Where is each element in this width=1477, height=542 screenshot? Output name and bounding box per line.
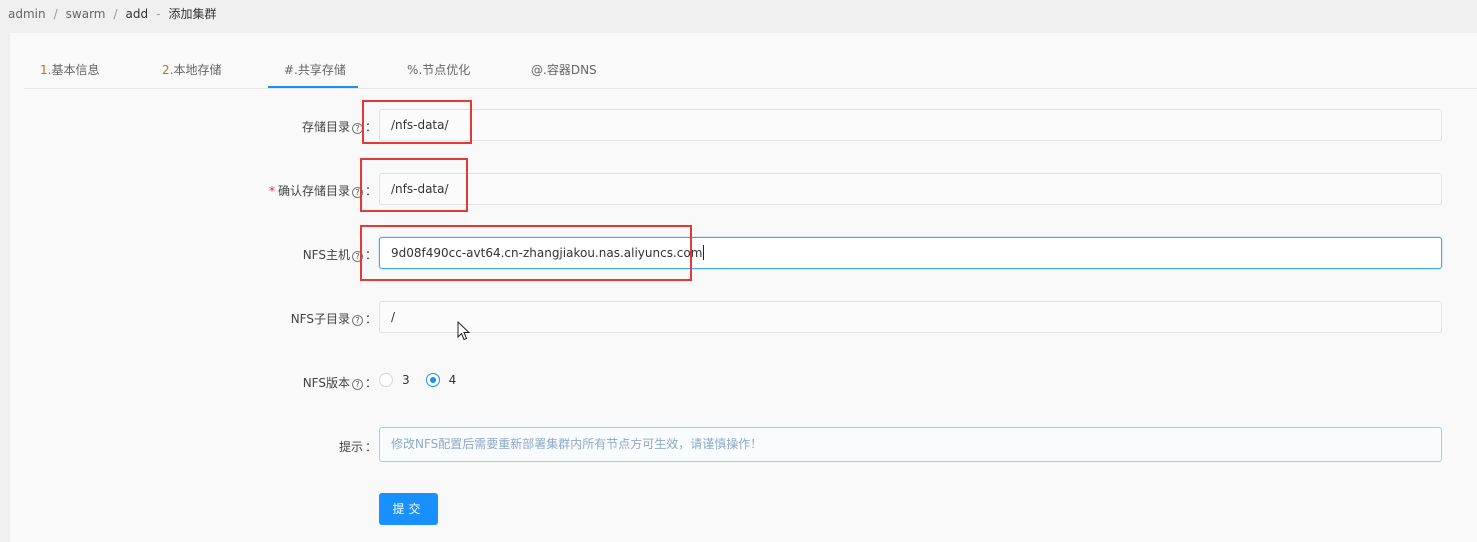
storage-dir-label-text: 存储目录 [301, 120, 350, 134]
breadcrumb-separator: / [53, 7, 58, 21]
breadcrumb-item-admin[interactable]: admin [8, 7, 46, 21]
tab-label: 本地存储 [173, 63, 222, 77]
nfs-host-label-text: NFS主机 [302, 248, 350, 262]
tab-label: 基本信息 [51, 63, 100, 77]
breadcrumb-title-separator: - [156, 7, 161, 21]
tip-label-text: 提示 [338, 440, 363, 454]
mouse-cursor-icon [457, 321, 471, 341]
highlight-box [360, 158, 468, 212]
tab-number: 1. [40, 63, 52, 77]
highlight-box [360, 225, 692, 281]
radio-label[interactable]: 4 [449, 373, 457, 387]
breadcrumb-item-add: add [125, 7, 149, 21]
label-colon: ： [364, 440, 377, 454]
tab-node-optimization[interactable]: %.节点优化 [407, 61, 470, 78]
tab-number: 2. [162, 63, 174, 77]
tip-label: 提示： [339, 438, 377, 455]
tab-label: 容器DNS [546, 63, 597, 77]
nfs-subdir-label-text: NFS子目录 [290, 312, 350, 326]
page-title: 添加集群 [168, 7, 217, 21]
label-colon: ： [364, 376, 377, 390]
breadcrumb-separator: / [113, 7, 118, 21]
confirm-storage-dir-label-text: 确认存储目录 [277, 184, 350, 198]
tab-label: 共享存储 [297, 63, 346, 77]
tab-container-dns[interactable]: @.容器DNS [531, 61, 597, 78]
help-icon[interactable]: ? [351, 379, 363, 390]
breadcrumb: admin / swarm / add - 添加集群 [8, 5, 217, 21]
active-tab-indicator [268, 86, 358, 88]
tip-box: 修改NFS配置后需要重新部署集群内所有节点方可生效，请谨慎操作！ [379, 427, 1442, 462]
required-mark: * [268, 184, 275, 198]
tab-label: 节点优化 [422, 63, 471, 77]
tab-number: @. [531, 63, 547, 77]
nfs-version-label: NFS版本?： [303, 374, 377, 391]
nfs-subdir-label: NFS子目录?： [291, 310, 377, 327]
tab-number: %. [407, 63, 423, 77]
confirm-storage-dir-input[interactable]: /nfs-data/ [379, 173, 1442, 205]
tab-number: #. [284, 63, 298, 77]
label-colon: ： [364, 312, 377, 326]
submit-button[interactable]: 提交 [379, 493, 438, 525]
nfs-version-radio-4[interactable] [425, 373, 440, 387]
tab-bar: 1.基本信息 2.本地存储 #.共享存储 %.节点优化 @.容器DNS [24, 33, 1477, 89]
tab-basic-info[interactable]: 1.基本信息 [40, 61, 99, 78]
storage-dir-input[interactable]: /nfs-data/ [379, 109, 1442, 141]
tab-local-storage[interactable]: 2.本地存储 [162, 61, 221, 78]
nfs-subdir-input[interactable]: / [379, 301, 1442, 333]
nfs-version-radio-group: 34 [379, 373, 472, 391]
nfs-version-radio-3[interactable] [379, 373, 393, 387]
radio-label[interactable]: 3 [402, 373, 410, 387]
breadcrumb-item-swarm[interactable]: swarm [66, 7, 106, 21]
text-caret [703, 245, 705, 260]
nfs-version-label-text: NFS版本 [302, 376, 350, 390]
tab-shared-storage[interactable]: #.共享存储 [284, 61, 346, 78]
form-panel: 1.基本信息 2.本地存储 #.共享存储 %.节点优化 @.容器DNS 存储目录… [10, 33, 1477, 542]
highlight-box [362, 100, 472, 144]
help-icon[interactable]: ? [351, 315, 363, 326]
